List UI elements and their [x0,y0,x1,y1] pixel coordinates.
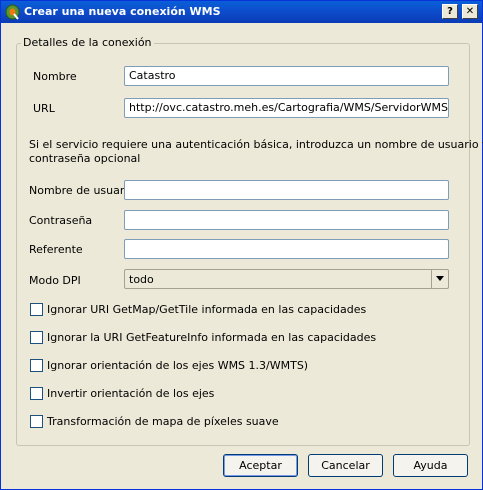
window-title: Crear una nueva conexión WMS [24,5,221,18]
password-label: Contraseña [29,214,93,227]
help-button[interactable]: Ayuda [393,454,468,477]
help-title-button[interactable]: ? [442,4,458,19]
checkbox-label: Transformación de mapa de píxeles suave [47,415,279,428]
dpi-mode-select[interactable]: todo [124,269,449,289]
referer-field[interactable] [124,239,449,259]
accept-button[interactable]: Aceptar [223,454,298,477]
url-field[interactable]: http://ovc.catastro.meh.es/Cartografia/W… [124,98,449,118]
checkbox-box[interactable] [30,359,43,372]
checkbox-box[interactable] [30,331,43,344]
checkbox-label: Ignorar la URI GetFeatureInfo informada … [47,331,377,344]
group-title: Detalles de la conexión [21,36,154,49]
auth-note-line2: contraseña opcional [29,152,141,165]
title-bar[interactable]: Crear una nueva conexión WMS ? ✕ [1,1,482,23]
auth-note-line1: Si el servicio requiere una autenticació… [29,138,483,151]
url-label: URL [33,102,55,115]
dpi-mode-label: Modo DPI [29,274,81,287]
checkbox-label: Ignorar orientación de los ejes WMS 1.3/… [47,359,309,372]
dpi-mode-value: todo [129,273,154,286]
dropdown-arrow-icon[interactable] [431,270,448,288]
username-label: Nombre de usuario [29,184,135,197]
checkbox-box[interactable] [30,415,43,428]
wms-connection-dialog: Crear una nueva conexión WMS ? ✕ Detalle… [0,0,483,490]
username-field[interactable] [124,180,449,200]
checkbox-box[interactable] [30,387,43,400]
checkbox-label: Invertir orientación de los ejes [47,387,215,400]
name-field[interactable]: Catastro [124,66,449,86]
close-button[interactable]: ✕ [462,4,478,19]
checkbox-box[interactable] [30,303,43,316]
referer-label: Referente [29,243,83,256]
qgis-logo-icon [5,4,20,20]
name-label: Nombre [33,70,77,83]
cancel-button[interactable]: Cancelar [308,454,383,477]
password-field[interactable] [124,210,449,230]
checkbox-label: Ignorar URI GetMap/GetTile informada en … [47,303,367,316]
